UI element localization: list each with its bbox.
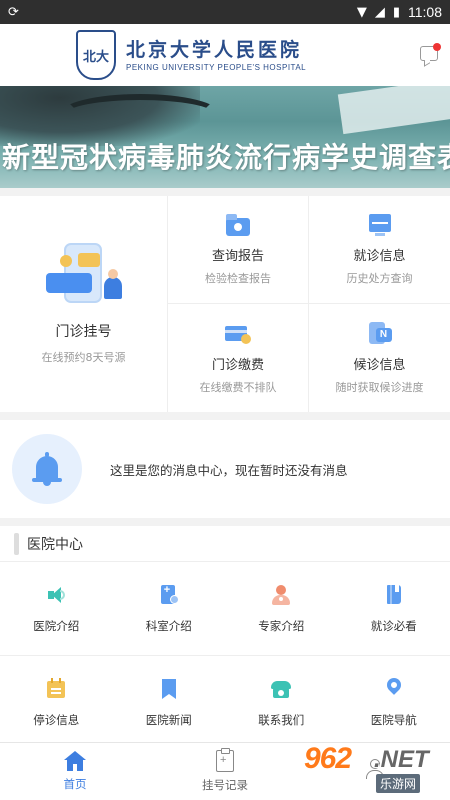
service-title: 候诊信息 xyxy=(353,357,406,373)
tab-home[interactable]: 首页 xyxy=(0,743,150,800)
bell-icon xyxy=(12,434,82,504)
hospital-center: 医院中心 医院介绍 科室介绍 专家介绍 就诊必看 停诊信息 医院新闻 联系我 xyxy=(0,526,450,750)
service-subtitle: 在线缴费不排队 xyxy=(199,380,277,394)
status-time: 11:08 xyxy=(408,4,442,20)
tab-registration-records[interactable]: 挂号记录 xyxy=(150,743,300,800)
menu-label: 医院介绍 xyxy=(33,618,80,633)
section-header: 医院中心 xyxy=(0,526,450,562)
site-watermark: 962 .NET 乐游网 xyxy=(304,742,444,796)
hospital-name-cn: 北京大学人民医院 xyxy=(126,38,303,61)
telephone-icon xyxy=(270,678,292,700)
message-center[interactable]: 这里是您的消息中心，现在暂时还没有消息 xyxy=(0,420,450,518)
hospital-center-grid: 医院介绍 科室介绍 专家介绍 就诊必看 停诊信息 医院新闻 联系我们 医院导航 xyxy=(0,562,450,750)
banner[interactable]: 新型冠状病毒肺炎流行病学史调查表 xyxy=(0,86,450,188)
speaker-icon xyxy=(45,584,67,606)
service-title: 门诊缴费 xyxy=(211,357,264,373)
message-icon[interactable] xyxy=(420,43,441,61)
menu-expert-intro[interactable]: 专家介绍 xyxy=(225,562,338,656)
service-subtitle: 随时获取候诊进度 xyxy=(335,380,424,394)
tablet-n-icon: N xyxy=(367,321,393,346)
service-subtitle: 在线预约8天号源 xyxy=(41,351,126,364)
unread-dot xyxy=(433,43,441,51)
bookmark-icon xyxy=(158,678,180,700)
service-outpatient-payment[interactable]: 门诊缴费 在线缴费不排队 xyxy=(168,304,309,412)
watermark-number: 962 xyxy=(304,742,352,775)
tab-label: 首页 xyxy=(63,777,87,791)
folder-icon xyxy=(225,213,251,237)
menu-suspension-info[interactable]: 停诊信息 xyxy=(0,656,113,750)
signal-icon: ◢ xyxy=(374,4,385,20)
menu-hospital-intro[interactable]: 医院介绍 xyxy=(0,562,113,656)
menu-label: 医院新闻 xyxy=(145,713,192,727)
menu-department-intro[interactable]: 科室介绍 xyxy=(112,562,225,656)
calendar-icon xyxy=(45,678,67,700)
location-pin-icon xyxy=(383,675,405,700)
menu-label: 联系我们 xyxy=(258,713,305,727)
menu-visit-guide[interactable]: 就诊必看 xyxy=(337,562,450,656)
card-coin-icon xyxy=(225,322,251,346)
hospital-name-en: PEKING UNIVERSITY PEOPLE'S HOSPITAL xyxy=(126,62,307,72)
service-title: 门诊挂号 xyxy=(55,324,112,340)
phone-chat-doctor-icon xyxy=(45,243,122,307)
menu-label: 医院导航 xyxy=(370,713,417,727)
menu-contact-us[interactable]: 联系我们 xyxy=(225,656,338,750)
hospital-logo-text: 北京大学人民医院 PEKING UNIVERSITY PEOPLE'S HOSP… xyxy=(126,39,306,72)
wifi-icon: ▼ xyxy=(356,4,367,20)
battery-icon: ▮ xyxy=(392,4,400,20)
header: 北大 北京大学人民医院 PEKING UNIVERSITY PEOPLE'S H… xyxy=(0,24,450,86)
service-subtitle: 历史处方查询 xyxy=(346,272,413,285)
menu-label: 停诊信息 xyxy=(33,713,80,727)
watermark-net: .NET xyxy=(374,746,429,773)
menu-hospital-news[interactable]: 医院新闻 xyxy=(113,656,226,750)
menu-label: 就诊必看 xyxy=(370,618,417,633)
service-title: 就诊信息 xyxy=(353,249,406,264)
home-icon xyxy=(64,751,86,771)
monitor-icon xyxy=(367,213,393,237)
service-waiting-info[interactable]: N 候诊信息 随时获取候诊进度 xyxy=(309,304,450,412)
menu-label: 专家介绍 xyxy=(258,618,305,633)
menu-hospital-navigation[interactable]: 医院导航 xyxy=(338,656,450,750)
service-query-report[interactable]: 查询报告 检验检查报告 xyxy=(168,196,309,304)
message-center-text: 这里是您的消息中心，现在暂时还没有消息 xyxy=(110,462,348,478)
stethoscope-image xyxy=(60,94,220,134)
menu-label: 科室介绍 xyxy=(145,618,192,633)
watermark-cn: 乐游网 xyxy=(376,774,421,793)
clipboard-icon xyxy=(216,748,234,772)
service-title: 查询报告 xyxy=(211,249,264,264)
service-outpatient-registration[interactable]: 门诊挂号 在线预约8天号源 xyxy=(0,196,168,412)
section-title: 医院中心 xyxy=(27,536,83,553)
status-bar: ⟳ ▼ ◢ ▮ 11:08 xyxy=(0,0,450,24)
department-icon xyxy=(158,584,180,606)
banner-title: 新型冠状病毒肺炎流行病学史调查表 xyxy=(2,141,450,174)
hospital-emblem: 北大 xyxy=(76,30,116,80)
service-subtitle: 检验检查报告 xyxy=(205,272,271,285)
expert-icon xyxy=(270,584,292,606)
services-grid: 门诊挂号 在线预约8天号源 查询报告 检验检查报告 就诊信息 历史处方查询 门诊… xyxy=(0,196,450,412)
sync-icon: ⟳ xyxy=(8,4,19,20)
tab-label: 挂号记录 xyxy=(202,778,248,792)
service-visit-info[interactable]: 就诊信息 历史处方查询 xyxy=(309,196,450,304)
book-icon xyxy=(383,584,405,606)
